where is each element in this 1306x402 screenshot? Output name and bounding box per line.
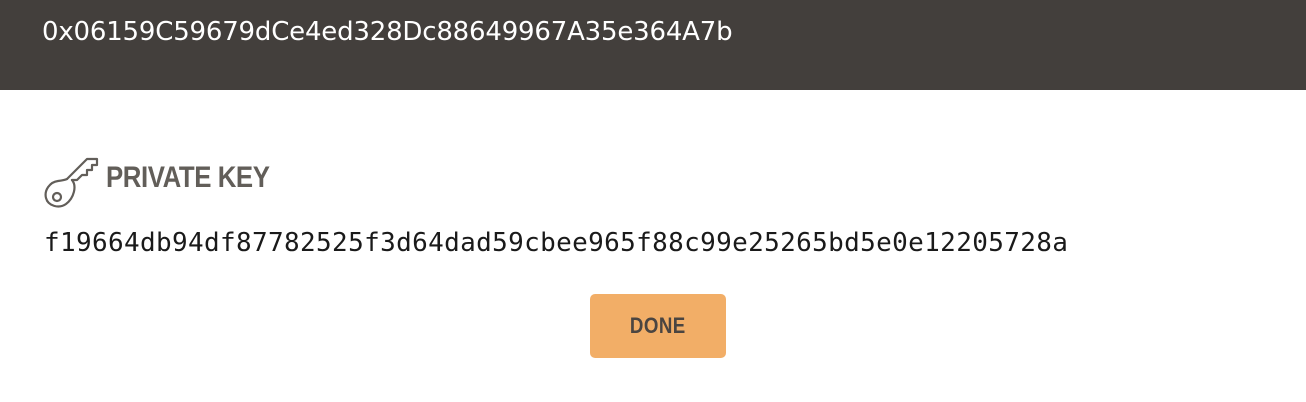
key-icon [44,157,99,208]
private-key-value[interactable]: f19664db94df87782525f3d64dad59cbee965f88… [44,226,1068,260]
private-key-heading: PRIVATE KEY [44,154,296,210]
done-button-label: DONE [630,313,686,338]
account-address: 0x06159C59679dCe4ed328Dc88649967A35e364A… [42,17,733,47]
done-button[interactable]: DONE [590,294,726,358]
private-key-label: PRIVATE KEY [106,161,270,194]
header-bar: 0x06159C59679dCe4ed328Dc88649967A35e364A… [0,0,1306,90]
